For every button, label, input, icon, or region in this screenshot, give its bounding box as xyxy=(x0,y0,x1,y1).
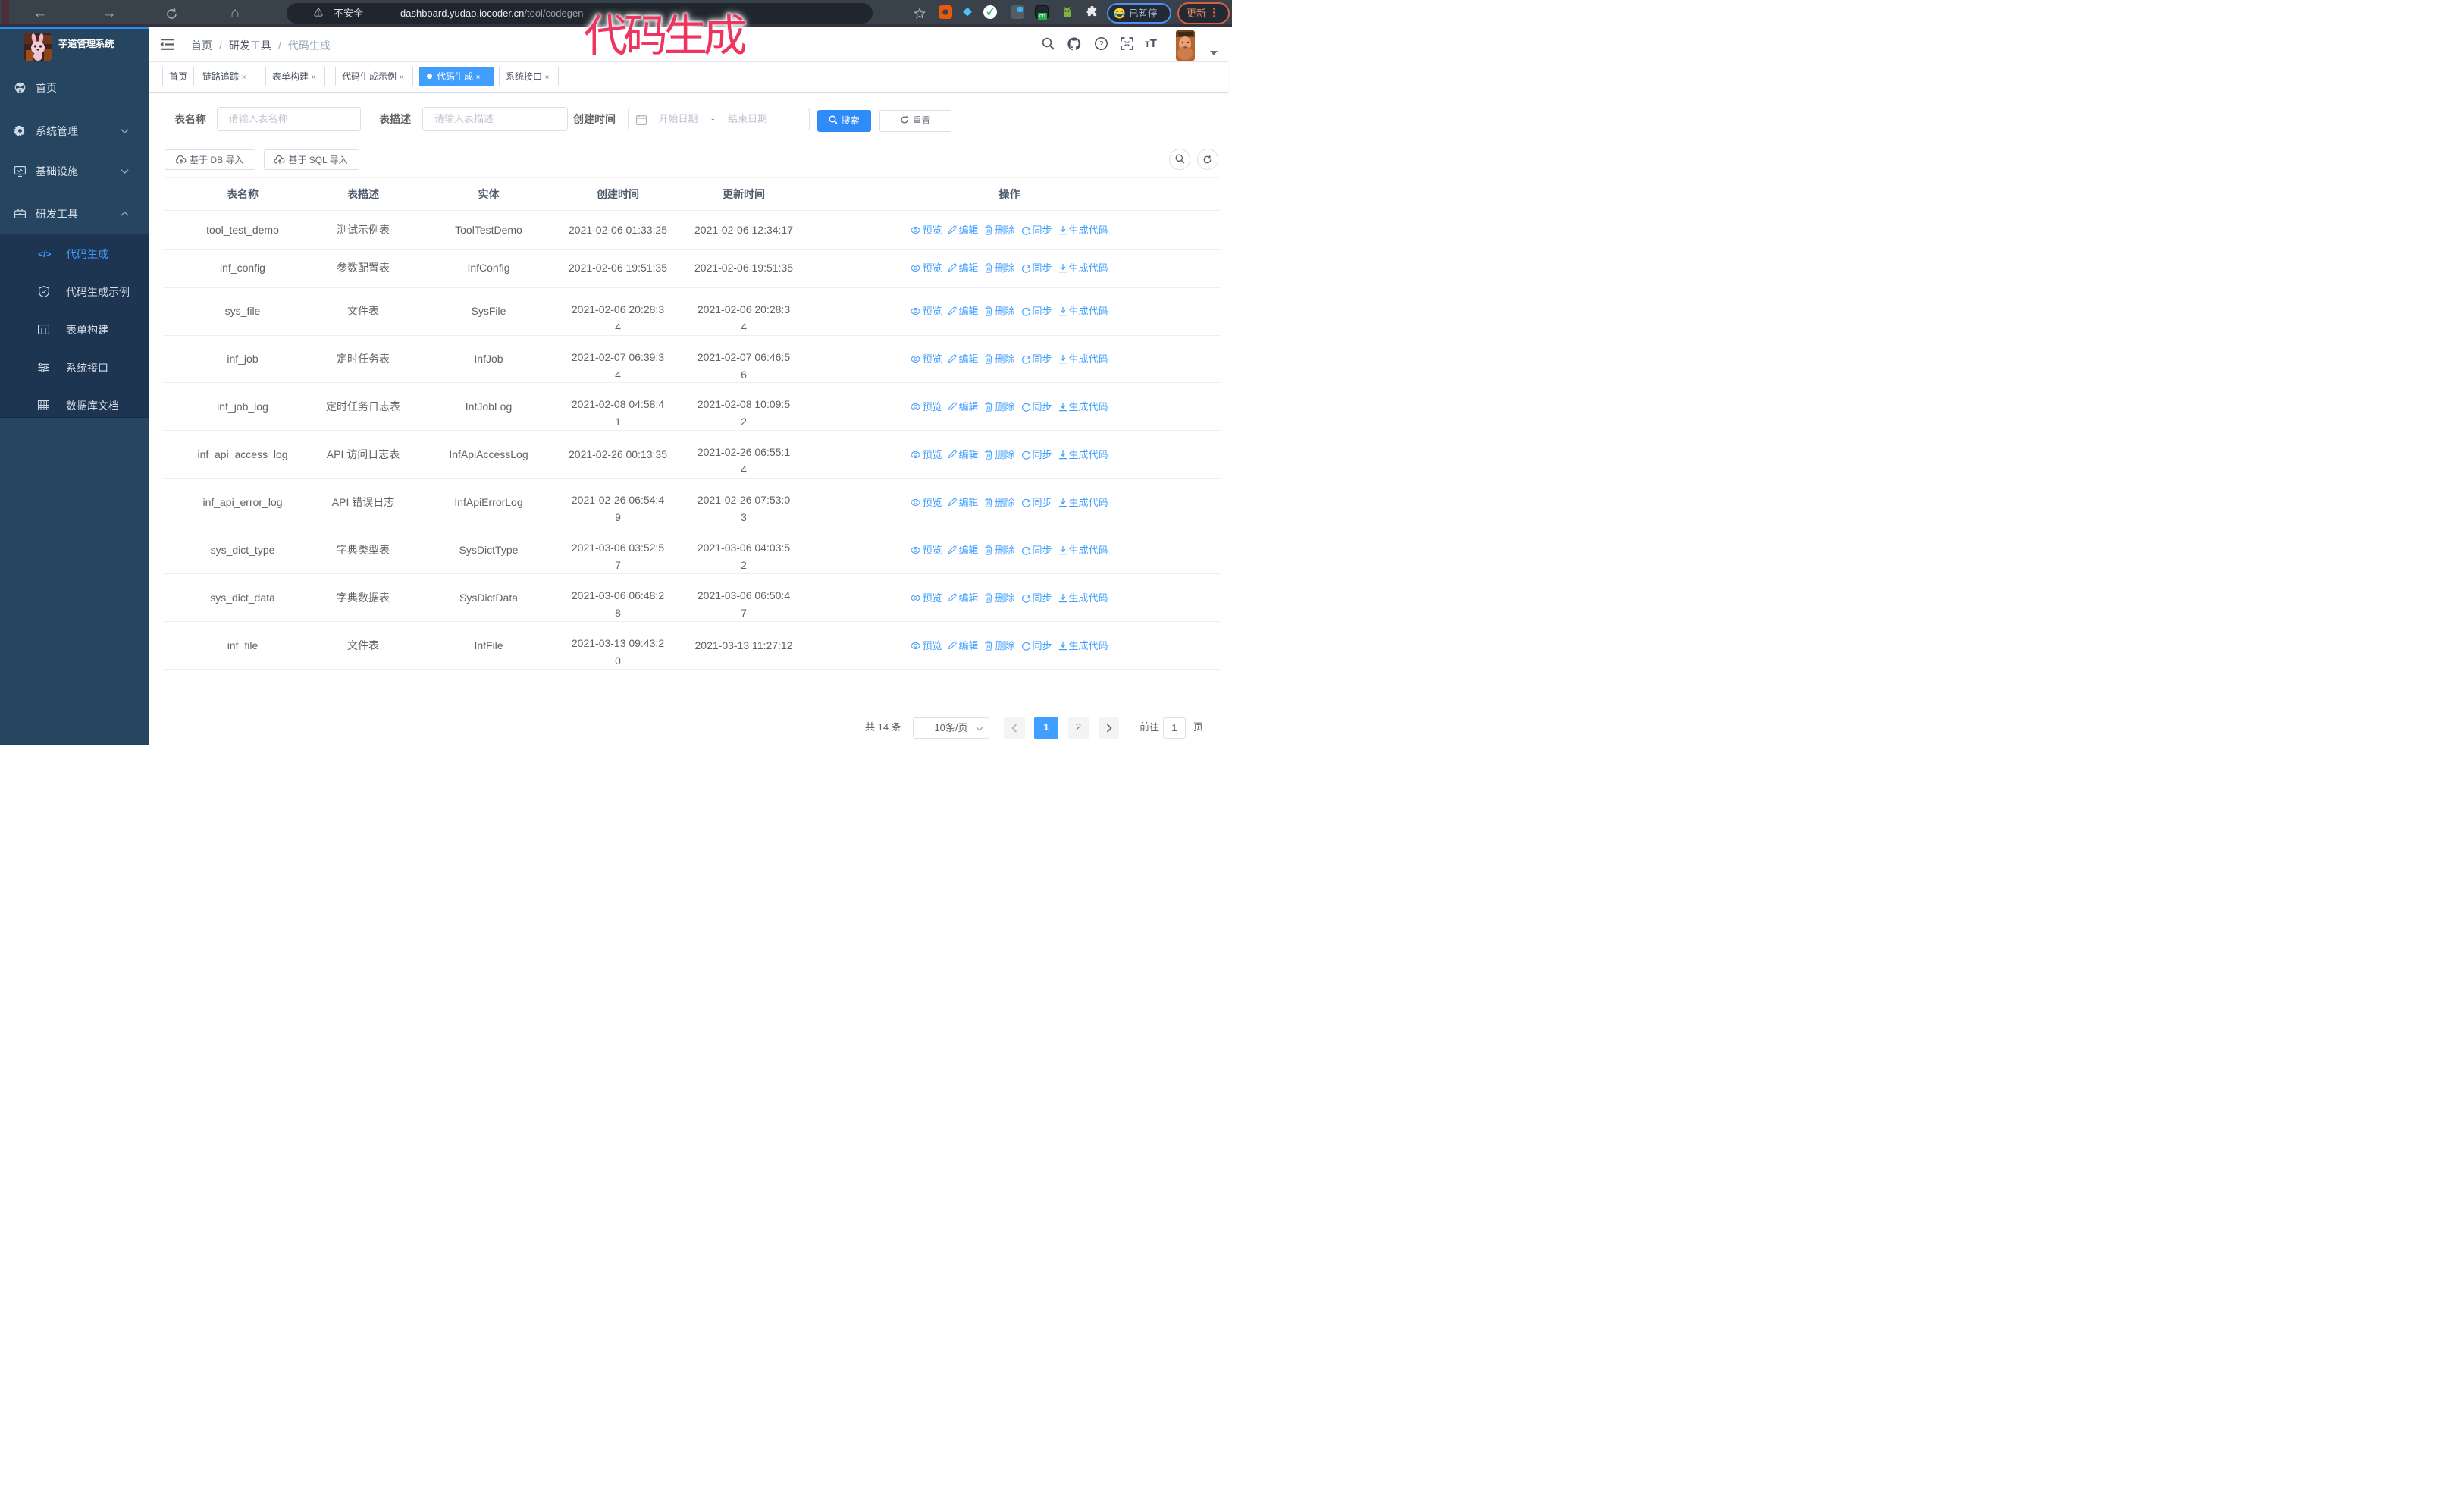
svg-text:?: ? xyxy=(1099,39,1104,49)
